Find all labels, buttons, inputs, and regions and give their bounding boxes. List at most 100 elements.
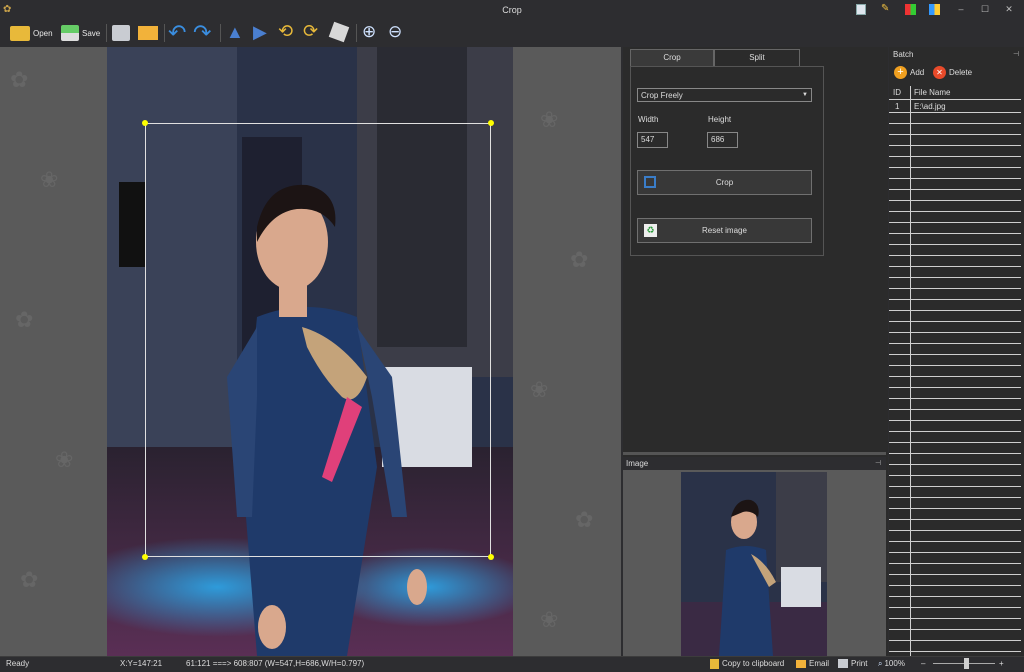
background-pattern: ❀ bbox=[40, 167, 59, 192]
flip-vertical-icon[interactable]: ▲ bbox=[226, 22, 244, 43]
table-gridline bbox=[889, 200, 1021, 201]
crop-handle-bottom-left[interactable] bbox=[142, 554, 148, 560]
column-header-id[interactable]: ID bbox=[893, 88, 901, 97]
background-pattern: ❀ bbox=[530, 377, 549, 402]
table-gridline bbox=[889, 563, 1021, 564]
rotate-right-icon[interactable]: ⟳ bbox=[303, 21, 318, 42]
background-pattern: ✿ bbox=[20, 567, 39, 592]
background-pattern: ✿ bbox=[10, 67, 29, 92]
table-gridline bbox=[889, 530, 1021, 531]
clipboard-icon bbox=[710, 659, 719, 669]
batch-table-header: ID File Name bbox=[889, 86, 1021, 100]
close-button[interactable]: ✕ bbox=[1002, 4, 1016, 15]
column-divider bbox=[910, 86, 911, 656]
table-gridline bbox=[889, 387, 1021, 388]
table-gridline bbox=[889, 541, 1021, 542]
print-icon[interactable] bbox=[112, 25, 130, 41]
rotate-left-icon[interactable]: ⟲ bbox=[278, 21, 293, 42]
table-gridline bbox=[889, 266, 1021, 267]
height-field[interactable]: 686 bbox=[707, 132, 738, 148]
table-gridline bbox=[889, 475, 1021, 476]
table-gridline bbox=[889, 486, 1021, 487]
table-gridline bbox=[889, 629, 1021, 630]
reset-image-button[interactable]: ♻ Reset image bbox=[637, 218, 812, 243]
width-label: Width bbox=[638, 115, 659, 124]
table-gridline bbox=[889, 618, 1021, 619]
crop-button-label: Crop bbox=[715, 178, 734, 187]
width-field[interactable]: 547 bbox=[637, 132, 668, 148]
toolbar-separator bbox=[164, 24, 165, 42]
table-gridline bbox=[889, 640, 1021, 641]
table-gridline bbox=[889, 585, 1021, 586]
panel-splitter[interactable] bbox=[623, 452, 886, 455]
crop-handle-top-left[interactable] bbox=[142, 120, 148, 126]
table-gridline bbox=[889, 574, 1021, 575]
cursor-position: X:Y=147:21 bbox=[120, 659, 163, 668]
add-icon: + bbox=[894, 66, 907, 79]
row-id: 1 bbox=[895, 102, 900, 111]
pin-icon[interactable]: ⊣ bbox=[875, 459, 881, 467]
reset-button-label: Reset image bbox=[702, 226, 747, 235]
crop-handle-top-right[interactable] bbox=[488, 120, 494, 126]
copy-label: Copy to clipboard bbox=[722, 659, 785, 668]
tab-crop[interactable]: Crop bbox=[630, 49, 714, 67]
email-button[interactable]: Email bbox=[796, 659, 829, 668]
table-gridline bbox=[889, 343, 1021, 344]
email-label: Email bbox=[809, 659, 830, 668]
print-button[interactable]: Print bbox=[838, 659, 867, 668]
pin-icon[interactable]: ⊣ bbox=[1013, 50, 1019, 58]
table-gridline bbox=[889, 145, 1021, 146]
table-gridline bbox=[889, 233, 1021, 234]
open-button[interactable]: Open bbox=[10, 22, 53, 44]
background-pattern: ❀ bbox=[55, 447, 74, 472]
table-row[interactable]: 1 E:\ad.jpg bbox=[889, 100, 1021, 112]
thumbnail-photo bbox=[681, 472, 827, 656]
image-canvas[interactable]: ✿ ❀ ✿ ❀ ✿ ❀ ✿ ❀ ✿ ❀ bbox=[0, 47, 621, 656]
table-gridline bbox=[889, 409, 1021, 410]
crop-mode-select[interactable]: Crop Freely ▼ bbox=[637, 88, 812, 102]
column-header-file-name[interactable]: File Name bbox=[914, 88, 950, 97]
flip-horizontal-icon[interactable]: ▶ bbox=[253, 22, 267, 43]
crop-button[interactable]: Crop bbox=[637, 170, 812, 195]
delete-label: Delete bbox=[949, 68, 973, 77]
table-gridline bbox=[889, 189, 1021, 190]
add-label: Add bbox=[910, 68, 925, 77]
zoom-in-icon[interactable]: ⊕ bbox=[362, 22, 376, 42]
tab-split[interactable]: Split bbox=[714, 49, 800, 67]
palette-icon[interactable] bbox=[905, 4, 916, 15]
zoom-out-icon[interactable]: ⊖ bbox=[388, 22, 402, 42]
table-gridline bbox=[889, 211, 1021, 212]
maximize-button[interactable]: ☐ bbox=[978, 4, 992, 15]
grid-icon[interactable] bbox=[929, 4, 940, 15]
background-pattern: ✿ bbox=[570, 247, 589, 272]
add-button[interactable]: + Add bbox=[894, 66, 924, 79]
copy-to-clipboard-button[interactable]: Copy to clipboard bbox=[710, 659, 784, 669]
redo-icon[interactable]: ↷ bbox=[193, 20, 211, 46]
save-button[interactable]: Save bbox=[61, 22, 100, 44]
open-label: Open bbox=[33, 28, 53, 38]
page-icon[interactable] bbox=[856, 4, 866, 15]
table-gridline bbox=[889, 112, 1021, 113]
crop-handle-bottom-right[interactable] bbox=[488, 554, 494, 560]
table-gridline bbox=[889, 464, 1021, 465]
table-gridline bbox=[889, 255, 1021, 256]
table-gridline bbox=[889, 310, 1021, 311]
table-gridline bbox=[889, 332, 1021, 333]
table-gridline bbox=[889, 398, 1021, 399]
toolbar-separator bbox=[220, 24, 221, 42]
minimize-button[interactable]: – bbox=[954, 4, 968, 14]
table-gridline bbox=[889, 552, 1021, 553]
zoom-out-button[interactable]: – bbox=[921, 659, 925, 668]
zoom-in-button[interactable]: + bbox=[999, 659, 1004, 668]
save-label: Save bbox=[82, 28, 101, 38]
crop-selection[interactable] bbox=[145, 123, 491, 557]
email-icon[interactable] bbox=[138, 26, 158, 40]
table-gridline bbox=[889, 277, 1021, 278]
undo-icon[interactable]: ↶ bbox=[168, 20, 186, 46]
crop-icon bbox=[644, 176, 656, 188]
zoom-slider-thumb[interactable] bbox=[964, 658, 969, 669]
delete-button[interactable]: ✕ Delete bbox=[933, 66, 972, 79]
table-gridline bbox=[889, 123, 1021, 124]
delete-icon: ✕ bbox=[933, 66, 946, 79]
pencil-icon[interactable]: ✎ bbox=[881, 3, 889, 14]
